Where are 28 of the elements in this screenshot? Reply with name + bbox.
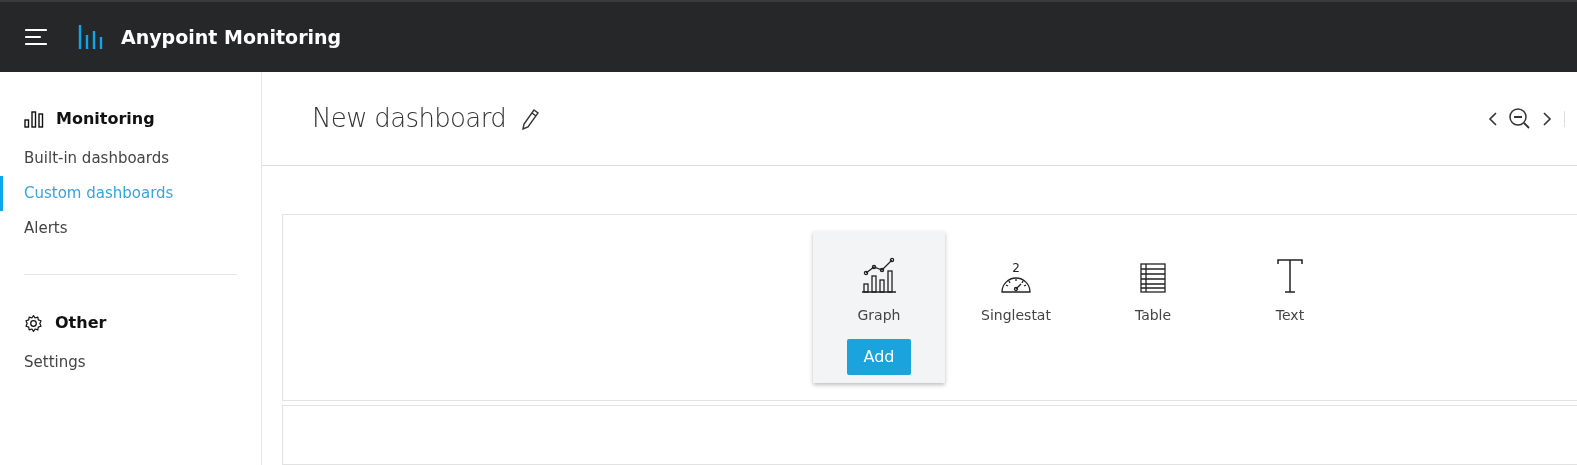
panel-type-option[interactable]: 2 Singlestat <box>950 231 1082 383</box>
panel-type-option[interactable]: Table <box>1087 231 1219 383</box>
panel-type-option[interactable]: Graph Add <box>813 231 945 383</box>
bar-chart-logo-icon <box>78 25 103 49</box>
panel-type-option[interactable]: Text <box>1224 231 1356 383</box>
panel-type-label: Table <box>1134 306 1172 325</box>
section-heading: Monitoring <box>56 108 155 130</box>
section-heading: Other <box>55 312 107 334</box>
panel-type-label: Text <box>1275 306 1305 325</box>
gauge-icon <box>1001 275 1031 293</box>
app-title: Anypoint Monitoring <box>121 24 342 50</box>
sidebar-item[interactable]: Alerts <box>0 211 261 246</box>
bar-chart-icon <box>24 110 44 128</box>
sidebar-item[interactable]: Settings <box>0 345 261 380</box>
text-type-icon <box>1277 259 1303 293</box>
graph-icon <box>861 257 897 293</box>
zoom-out-icon[interactable] <box>1508 106 1532 131</box>
next-icon[interactable] <box>1542 110 1552 127</box>
table-icon <box>1140 263 1166 293</box>
panel-type-label: Singlestat <box>981 306 1051 325</box>
edit-pencil-icon[interactable] <box>520 107 541 130</box>
sidebar-item[interactable]: Built-in dashboards <box>0 141 261 176</box>
previous-icon[interactable] <box>1488 110 1498 127</box>
panel-type-label: Graph <box>857 306 901 325</box>
gauge-digit: 2 <box>1012 261 1020 275</box>
dashboard-title: New dashboard <box>312 102 507 135</box>
menu-icon[interactable] <box>25 28 47 46</box>
settings-icon <box>24 313 43 333</box>
